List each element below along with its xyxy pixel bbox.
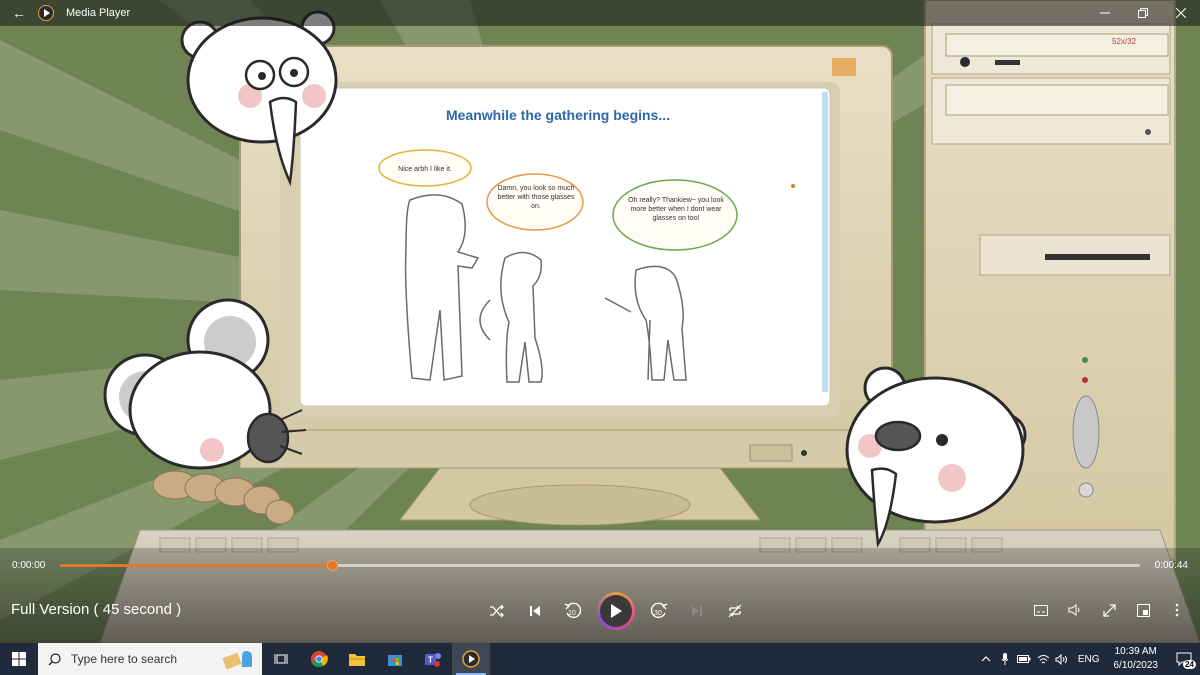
show-hidden-icons-button[interactable] <box>977 643 996 675</box>
chrome-icon <box>311 651 328 668</box>
video-background: 52x/32 Meanwhile the gathering begins...… <box>0 0 1200 643</box>
media-player-icon <box>462 650 480 668</box>
shuffle-icon <box>490 604 504 618</box>
more-options-icon <box>1175 603 1179 617</box>
battery-button[interactable] <box>1015 643 1034 675</box>
folder-icon <box>349 653 365 666</box>
mini-player-icon <box>1136 603 1150 617</box>
subtitles-button[interactable] <box>1024 596 1058 624</box>
video-title: Full Version ( 45 second ) <box>11 601 182 618</box>
more-options-button[interactable] <box>1160 596 1194 624</box>
seek-bar-progress <box>60 564 333 567</box>
skip-forward-button[interactable]: 30 <box>642 594 676 628</box>
media-player-window: 52x/32 Meanwhile the gathering begins...… <box>0 0 1200 675</box>
notification-count-badge: 24 <box>1183 660 1196 669</box>
close-button[interactable] <box>1162 0 1200 26</box>
network-button[interactable] <box>1034 643 1053 675</box>
microphone-button[interactable] <box>996 643 1015 675</box>
slide-title: Meanwhile the gathering begins... <box>446 107 670 123</box>
taskbar-store[interactable] <box>376 643 414 675</box>
taskbar-media-player[interactable] <box>452 643 490 675</box>
taskbar-search[interactable]: Type here to search <box>38 643 262 675</box>
speaker-icon <box>1055 653 1068 665</box>
time-total: 0:00:44 <box>1154 560 1188 571</box>
minimize-button[interactable] <box>1086 0 1124 26</box>
chevron-up-icon <box>981 656 991 662</box>
drive-label: 52x/32 <box>1112 37 1137 46</box>
repeat-button[interactable] <box>718 594 752 628</box>
window-title: Media Player <box>66 7 131 19</box>
mini-player-button[interactable] <box>1126 596 1160 624</box>
svg-text:T: T <box>428 656 433 665</box>
seek-bar[interactable] <box>60 560 1140 571</box>
clock-date: 6/10/2023 <box>1113 660 1159 671</box>
media-player-app-icon <box>38 5 54 21</box>
restore-button[interactable] <box>1124 0 1162 26</box>
repeat-icon <box>728 604 742 618</box>
volume-icon <box>1068 604 1080 616</box>
system-tray: ENG 10:39 AM 6/10/2023 24 <box>977 643 1200 675</box>
windows-taskbar: Type here to search T ENG 10:39 AM 6/10/… <box>0 643 1200 675</box>
next-icon <box>692 606 702 616</box>
store-icon <box>388 655 402 666</box>
restore-icon <box>1138 8 1148 18</box>
view-controls <box>1024 596 1194 624</box>
time-elapsed: 0:00:00 <box>12 560 46 571</box>
previous-icon <box>530 606 540 616</box>
wifi-icon <box>1037 654 1050 663</box>
seek-bar-thumb[interactable] <box>327 560 339 571</box>
skip-back-seconds: 10 <box>568 610 576 617</box>
volume-button[interactable] <box>1058 596 1092 624</box>
task-view-button[interactable] <box>262 643 300 675</box>
play-button[interactable] <box>597 592 635 630</box>
battery-icon <box>1017 655 1031 663</box>
search-highlight-icon <box>222 651 252 670</box>
microphone-icon <box>1001 653 1009 665</box>
back-arrow-icon: ← <box>12 5 26 21</box>
taskbar-teams[interactable]: T <box>414 643 452 675</box>
shuffle-button[interactable] <box>480 594 514 628</box>
next-button[interactable] <box>680 594 714 628</box>
search-icon <box>48 652 61 665</box>
clock[interactable]: 10:39 AM 6/10/2023 <box>1114 645 1159 673</box>
volume-tray-button[interactable] <box>1053 643 1072 675</box>
subtitles-icon <box>1034 604 1048 616</box>
player-controls: 0:00:00 0:00:44 Full Version ( 45 second… <box>0 548 1200 643</box>
task-view-icon <box>274 654 288 664</box>
fullscreen-button[interactable] <box>1092 596 1126 624</box>
notification-center-button[interactable]: 24 <box>1168 643 1200 675</box>
previous-button[interactable] <box>518 594 552 628</box>
close-icon <box>1176 8 1186 18</box>
speech-bubble-1: Nice arbh I like it. <box>398 166 452 173</box>
teams-icon: T <box>425 653 441 667</box>
windows-logo-icon <box>12 652 26 666</box>
title-bar: ← Media Player <box>0 0 1200 26</box>
minimize-icon <box>1100 12 1110 14</box>
skip-forward-seconds: 30 <box>654 610 662 617</box>
clock-time: 10:39 AM <box>1114 646 1157 657</box>
taskbar-file-explorer[interactable] <box>338 643 376 675</box>
playback-controls: 10 30 <box>478 592 754 630</box>
speech-bubble-3: Oh really? Thankiew~ you look more bette… <box>628 197 724 222</box>
speech-bubble-2: Damn, you look so much better with those… <box>497 185 575 210</box>
input-language[interactable]: ENG <box>1078 654 1100 665</box>
play-icon <box>611 604 622 618</box>
video-frame[interactable]: 52x/32 Meanwhile the gathering begins...… <box>0 0 1200 643</box>
fullscreen-icon <box>1102 603 1116 617</box>
search-placeholder: Type here to search <box>71 652 178 666</box>
back-button[interactable]: ← <box>0 0 38 26</box>
taskbar-chrome[interactable] <box>300 643 338 675</box>
start-button[interactable] <box>0 643 38 675</box>
skip-back-button[interactable]: 10 <box>556 594 590 628</box>
